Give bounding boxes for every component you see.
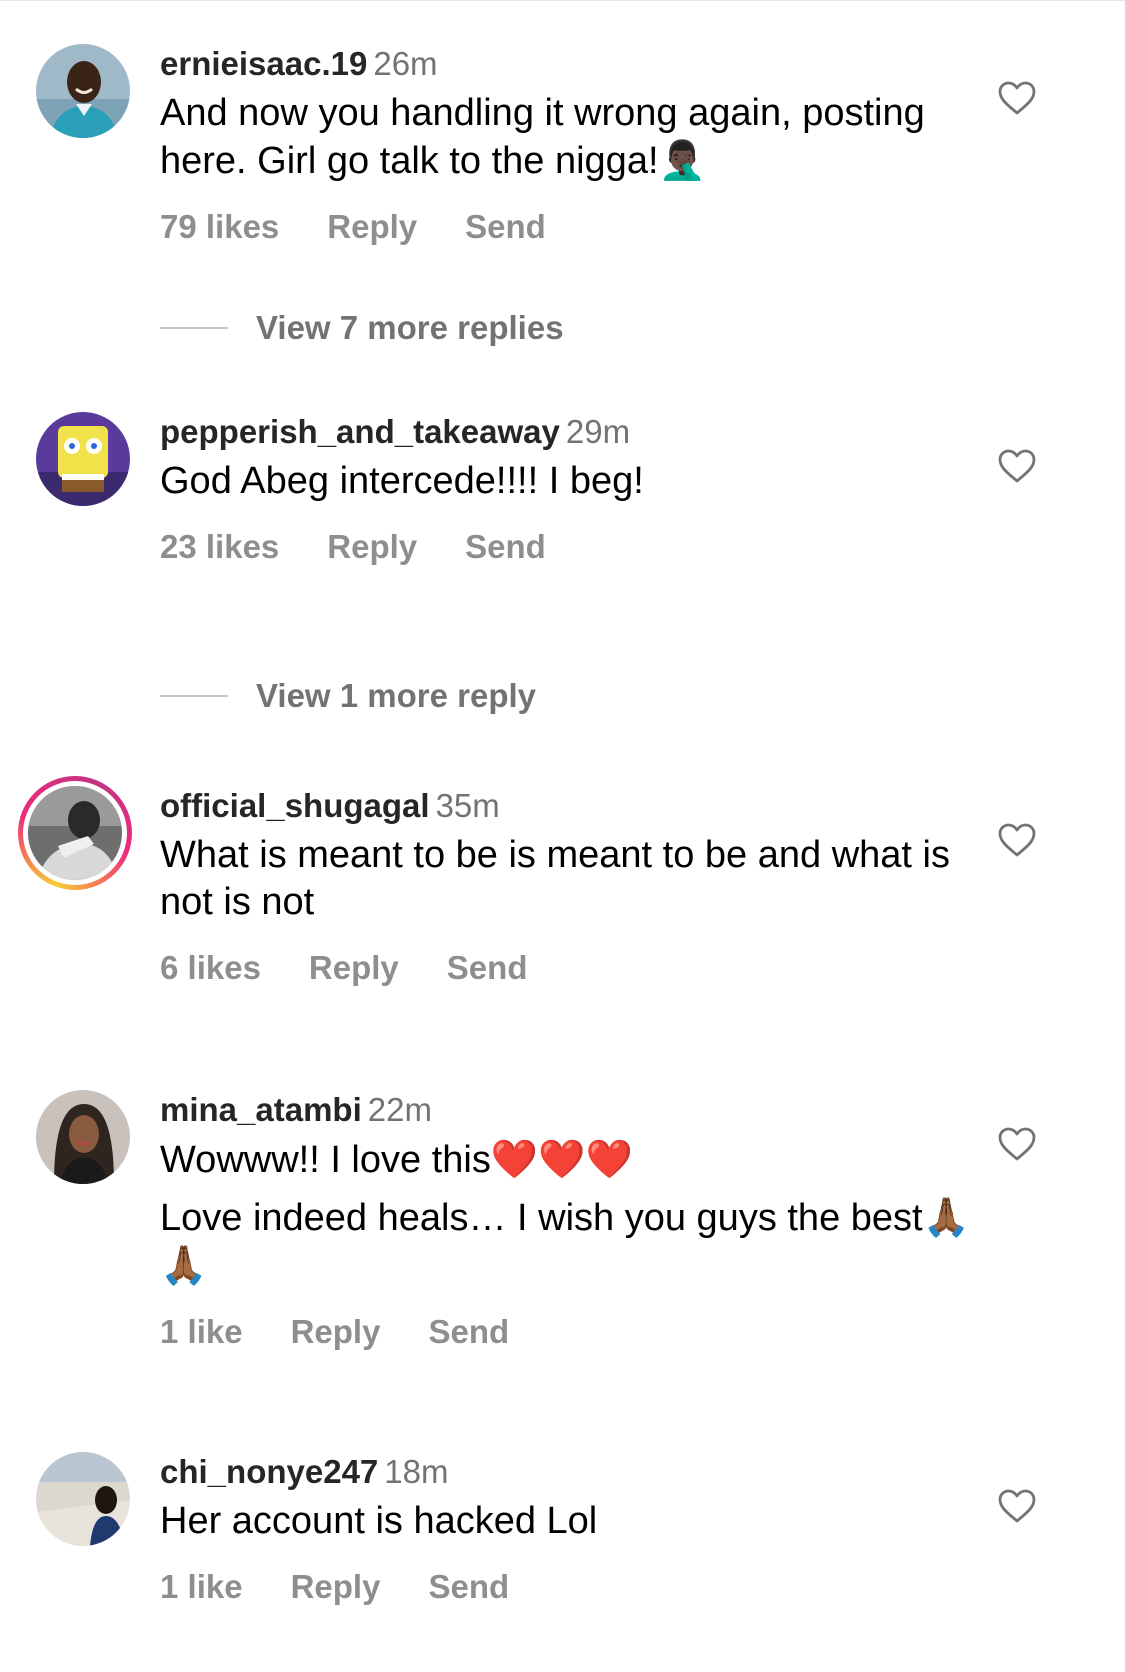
comment-text: God Abeg intercede!!!! I beg! bbox=[160, 460, 644, 502]
avatar[interactable] bbox=[36, 44, 130, 138]
reply-button[interactable]: Reply bbox=[327, 207, 417, 247]
comment-header: pepperish_and_takeaway 29m bbox=[160, 412, 980, 452]
reply-button[interactable]: Reply bbox=[309, 948, 399, 988]
view-more-replies[interactable]: View 7 more replies bbox=[160, 308, 564, 348]
username[interactable]: pepperish_and_takeaway bbox=[160, 413, 560, 450]
comment-header: ernieisaac.19 26m bbox=[160, 44, 980, 84]
comment-header: mina_atambi 22m bbox=[160, 1090, 980, 1130]
avatar[interactable] bbox=[36, 412, 130, 506]
comment-actions: 79 likes Reply Send bbox=[160, 207, 980, 247]
username[interactable]: chi_nonye247 bbox=[160, 1453, 378, 1490]
likes-count[interactable]: 1 like bbox=[160, 1567, 243, 1607]
likes-count[interactable]: 1 like bbox=[160, 1312, 243, 1352]
comment-body: pepperish_and_takeaway 29m God Abeg inter… bbox=[160, 412, 980, 567]
comment-body: mina_atambi 22m Wowww!! I love this❤️❤️❤️… bbox=[160, 1090, 980, 1352]
comment-actions: 1 like Reply Send bbox=[160, 1312, 980, 1352]
comment-body: chi_nonye247 18m Her account is hacked Lo… bbox=[160, 1452, 980, 1607]
facepalm-emoji: 🤦🏿‍♂️ bbox=[658, 138, 706, 182]
send-button[interactable]: Send bbox=[465, 207, 546, 247]
reply-thread-line bbox=[160, 327, 228, 330]
comment-text: What is meant to be is meant to be and w… bbox=[160, 834, 961, 923]
send-button[interactable]: Send bbox=[465, 527, 546, 567]
username[interactable]: official_shugagal bbox=[160, 787, 430, 824]
comment-header: chi_nonye247 18m bbox=[160, 1452, 980, 1492]
comment-text-line2: Love indeed heals… I wish you guys the b… bbox=[160, 1197, 923, 1239]
view-more-replies[interactable]: View 1 more reply bbox=[160, 676, 536, 716]
heart-outline-icon[interactable] bbox=[997, 1488, 1037, 1524]
timestamp: 29m bbox=[565, 413, 631, 450]
username[interactable]: ernieisaac.19 bbox=[160, 45, 367, 82]
comment-header: official_shugagal 35m bbox=[160, 786, 980, 826]
reply-button[interactable]: Reply bbox=[291, 1567, 381, 1607]
comment-text: And now you handling it wrong again, pos… bbox=[160, 90, 980, 185]
likes-count[interactable]: 79 likes bbox=[160, 207, 279, 247]
timestamp: 18m bbox=[384, 1453, 449, 1490]
comment-body: official_shugagal 35m What is meant to be… bbox=[160, 786, 980, 988]
heart-outline-icon[interactable] bbox=[997, 1126, 1037, 1162]
comment-text: Her account is hacked Lol bbox=[160, 1500, 598, 1542]
reply-button[interactable]: Reply bbox=[291, 1312, 381, 1352]
comment-body: ernieisaac.19 26m And now you handling it… bbox=[160, 44, 980, 247]
heart-outline-icon[interactable] bbox=[997, 822, 1037, 858]
view-replies-label[interactable]: View 1 more reply bbox=[256, 677, 536, 714]
timestamp: 22m bbox=[367, 1091, 432, 1128]
send-button[interactable]: Send bbox=[428, 1312, 509, 1352]
comment-actions: 6 likes Reply Send bbox=[160, 948, 980, 988]
comment-text-line1: Wowww!! I love this bbox=[160, 1139, 491, 1181]
avatar-photo bbox=[28, 786, 122, 880]
heart-outline-icon[interactable] bbox=[997, 80, 1037, 116]
comment-text: Wowww!! I love this❤️❤️❤️ bbox=[160, 1136, 980, 1184]
comment-actions: 1 like Reply Send bbox=[160, 1567, 980, 1607]
top-divider bbox=[0, 0, 1125, 1]
likes-count[interactable]: 6 likes bbox=[160, 948, 261, 988]
reply-thread-line bbox=[160, 695, 228, 698]
username[interactable]: mina_atambi bbox=[160, 1091, 362, 1128]
hearts-emoji: ❤️❤️❤️ bbox=[490, 1137, 633, 1181]
heart-outline-icon[interactable] bbox=[997, 448, 1037, 484]
avatar[interactable] bbox=[36, 1090, 130, 1184]
avatar[interactable] bbox=[36, 1452, 130, 1546]
reply-button[interactable]: Reply bbox=[327, 527, 417, 567]
likes-count[interactable]: 23 likes bbox=[160, 527, 279, 567]
avatar-with-story-ring[interactable] bbox=[18, 776, 132, 890]
comment-actions: 23 likes Reply Send bbox=[160, 527, 980, 567]
comment-text: Love indeed heals… I wish you guys the b… bbox=[160, 1194, 980, 1290]
timestamp: 26m bbox=[373, 45, 438, 82]
send-button[interactable]: Send bbox=[447, 948, 528, 988]
send-button[interactable]: Send bbox=[428, 1567, 509, 1607]
timestamp: 35m bbox=[435, 787, 500, 824]
view-replies-label[interactable]: View 7 more replies bbox=[256, 309, 564, 346]
comment-text-content: And now you handling it wrong again, pos… bbox=[160, 92, 936, 182]
